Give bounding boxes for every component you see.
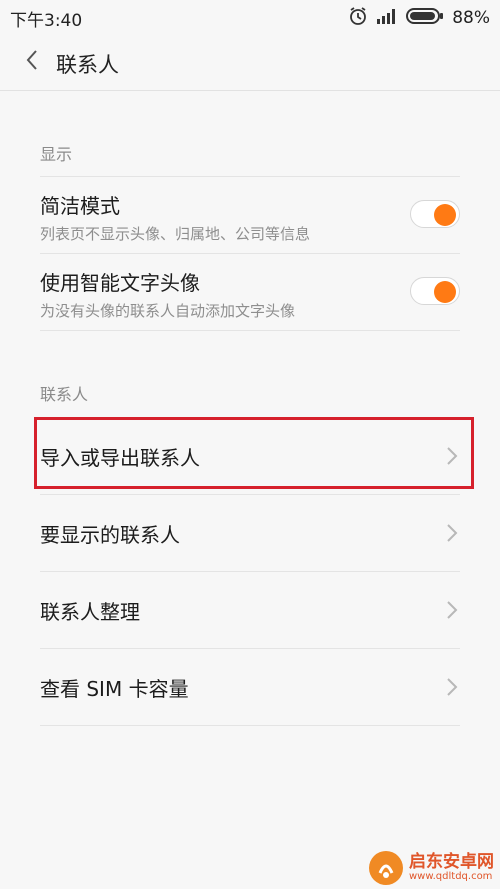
setting-title: 简洁模式 <box>40 194 120 218</box>
divider <box>40 330 460 331</box>
chevron-left-icon <box>25 49 39 75</box>
chevron-right-icon <box>444 675 460 699</box>
text-avatar-toggle[interactable] <box>410 277 460 305</box>
list-item-label: 查看 SIM 卡容量 <box>40 677 189 701</box>
setting-subtitle: 为没有头像的联系人自动添加文字头像 <box>40 302 296 320</box>
toggle-knob <box>434 281 456 303</box>
divider <box>40 176 460 177</box>
status-bar: 下午3:40 88% <box>0 0 500 36</box>
highlight-box <box>34 417 474 489</box>
status-icons: 88% <box>348 4 490 32</box>
battery-icon <box>406 7 444 29</box>
setting-title: 使用智能文字头像 <box>40 271 200 295</box>
chevron-right-icon <box>444 521 460 545</box>
section-header-display: 显示 <box>40 145 73 164</box>
battery-percent: 88% <box>452 8 490 28</box>
toggle-knob <box>434 204 456 226</box>
status-time: 下午3:40 <box>10 11 83 31</box>
watermark-url: www.qdltdq.com <box>409 871 493 882</box>
watermark-logo-icon <box>369 851 403 885</box>
list-item-organize-contacts[interactable]: 联系人整理 <box>40 572 460 648</box>
divider <box>40 253 460 254</box>
app-header: 联系人 <box>0 36 500 91</box>
watermark-text: 启东安卓网 <box>409 852 494 872</box>
section-header-contacts: 联系人 <box>40 385 89 404</box>
list-item-label: 要显示的联系人 <box>40 523 180 547</box>
alarm-icon <box>348 6 368 30</box>
divider <box>40 725 460 726</box>
simple-mode-toggle[interactable] <box>410 200 460 228</box>
watermark: 启东安卓网 www.qdltdq.com <box>369 851 494 885</box>
setting-subtitle: 列表页不显示头像、归属地、公司等信息 <box>40 225 311 243</box>
list-item-label: 联系人整理 <box>40 600 140 624</box>
page-title: 联系人 <box>56 53 119 77</box>
signal-icon <box>376 8 398 28</box>
back-button[interactable] <box>18 48 46 76</box>
setting-row-simple-mode[interactable]: 简洁模式 列表页不显示头像、归属地、公司等信息 <box>40 190 460 244</box>
chevron-right-icon <box>444 598 460 622</box>
list-item-visible-contacts[interactable]: 要显示的联系人 <box>40 495 460 571</box>
setting-row-text-avatar[interactable]: 使用智能文字头像 为没有头像的联系人自动添加文字头像 <box>40 267 460 321</box>
list-item-sim-capacity[interactable]: 查看 SIM 卡容量 <box>40 649 460 725</box>
